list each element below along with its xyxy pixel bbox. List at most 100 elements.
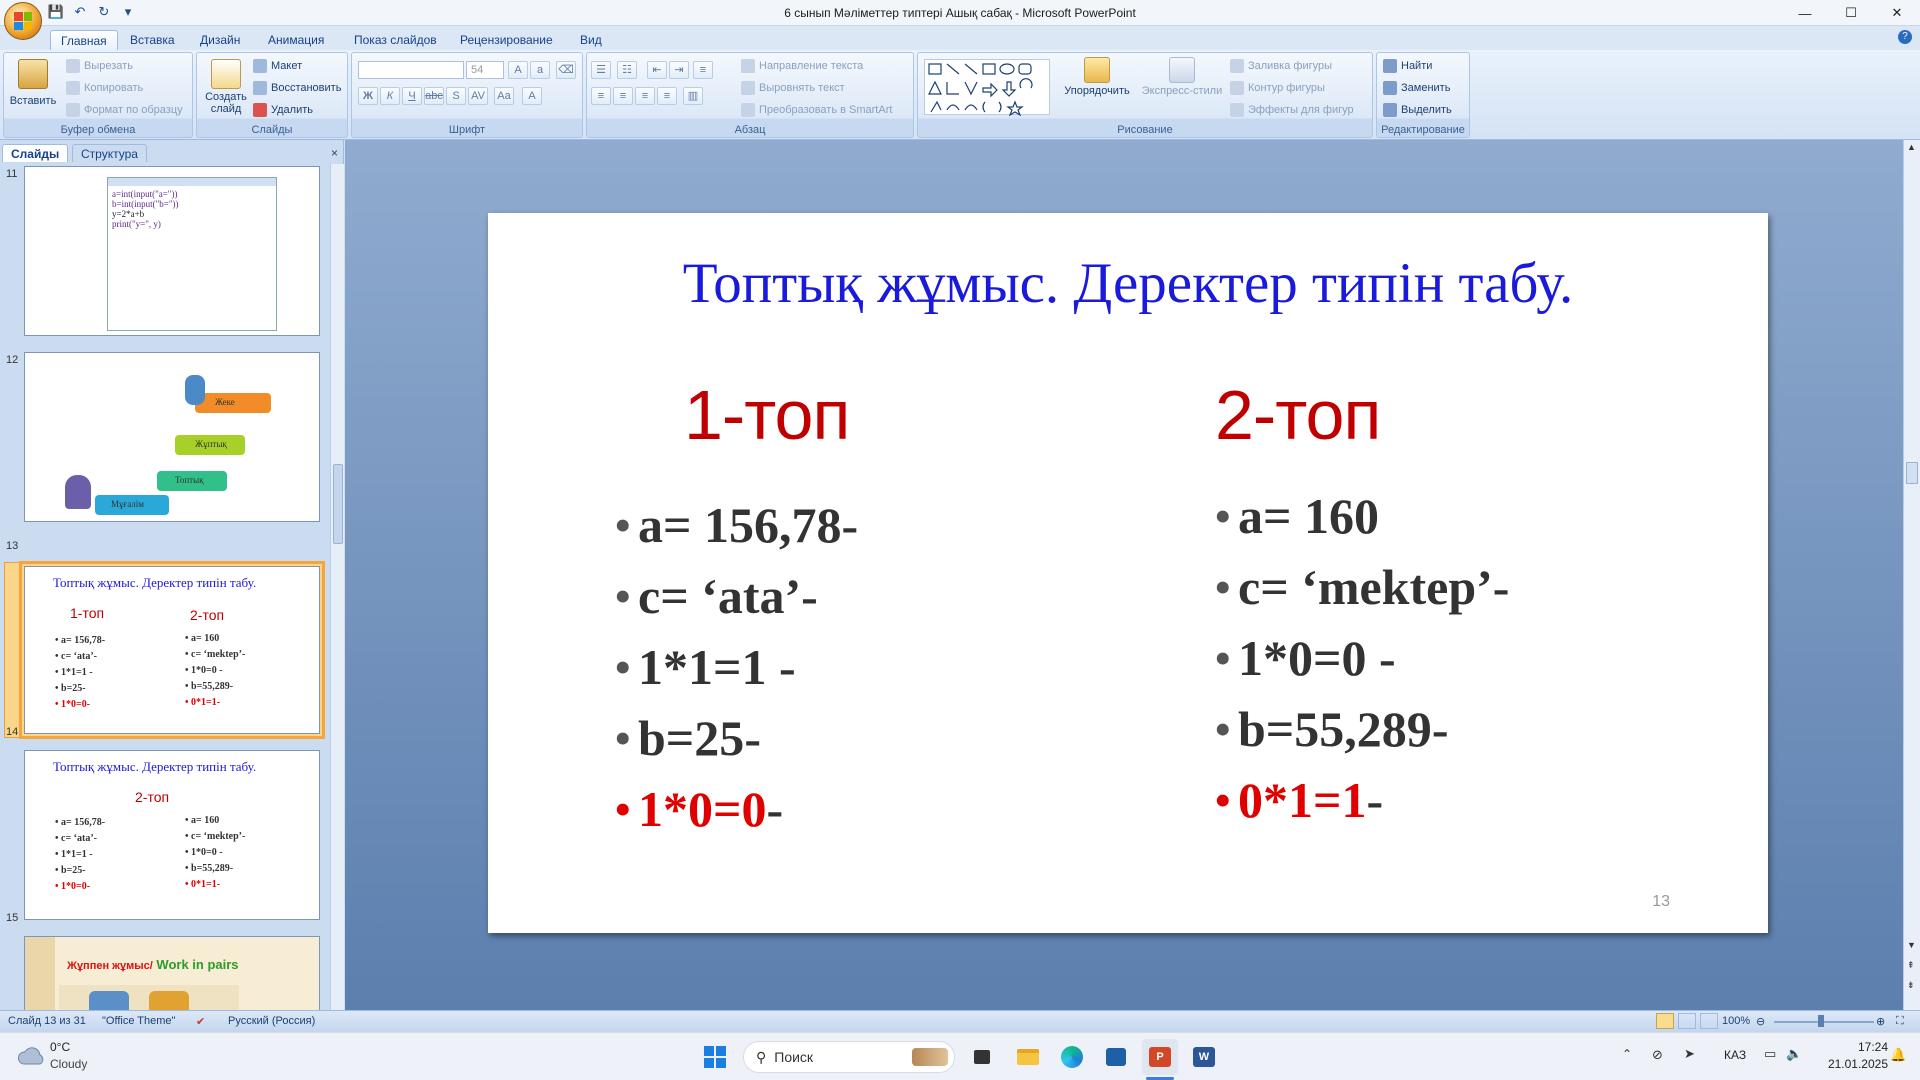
help-icon[interactable]: ?: [1898, 30, 1912, 44]
tab-outline[interactable]: Структура: [72, 144, 147, 162]
word-icon[interactable]: W: [1190, 1043, 1218, 1071]
prev-slide-icon[interactable]: ⇞: [1907, 960, 1915, 971]
language-indicator[interactable]: Русский (Россия): [228, 1015, 315, 1027]
slideshow-view-icon[interactable]: [1700, 1013, 1718, 1029]
group2-heading[interactable]: 2-топ: [1215, 375, 1381, 455]
strikethrough-icon[interactable]: abc: [424, 87, 444, 105]
location-icon[interactable]: ➤: [1684, 1046, 1695, 1062]
weather-cloud-icon[interactable]: [16, 1043, 46, 1069]
scroll-thumb[interactable]: [333, 464, 343, 544]
powerpoint-taskbar-icon[interactable]: P: [1142, 1039, 1178, 1075]
increase-indent-icon[interactable]: ⇥: [669, 61, 689, 79]
network-off-icon[interactable]: ⊘: [1652, 1047, 1663, 1063]
scroll-down-icon[interactable]: ▼: [1907, 940, 1916, 950]
tab-insert[interactable]: Вставка: [120, 30, 185, 50]
tab-review[interactable]: Рецензирование: [450, 30, 563, 50]
redo-icon[interactable]: ↻: [94, 3, 114, 21]
slide-thumb-13[interactable]: Топтық жұмыс. Деректер типін табу. 1-топ…: [19, 561, 325, 739]
replace-button[interactable]: Заменить: [1383, 81, 1450, 95]
text-direction-button[interactable]: Направление текста: [741, 59, 863, 73]
decrease-indent-icon[interactable]: ⇤: [647, 61, 667, 79]
grow-font-icon[interactable]: A: [508, 61, 528, 79]
delete-slide-button[interactable]: Удалить: [253, 103, 313, 117]
store-icon[interactable]: [1102, 1043, 1130, 1071]
reset-button[interactable]: Восстановить: [253, 81, 341, 95]
slide-thumb-12[interactable]: Жеке Жұптық Топтық Мұғалім: [24, 352, 320, 522]
find-button[interactable]: Найти: [1383, 59, 1432, 73]
shapes-gallery[interactable]: [924, 59, 1050, 117]
numbering-icon[interactable]: ☷: [617, 61, 637, 79]
theme-name[interactable]: "Office Theme": [102, 1015, 175, 1027]
canvas-scrollbar[interactable]: ▲ ▼ ⇞ ⇟: [1903, 140, 1920, 1010]
input-language[interactable]: КАЗ: [1724, 1048, 1746, 1062]
volume-icon[interactable]: 🔈: [1786, 1046, 1802, 1062]
group1-list[interactable]: a= 156,78- c= ‘ata’- 1*1=1 - b=25- 1*0=0…: [614, 496, 858, 851]
align-center-icon[interactable]: ≡: [613, 87, 633, 105]
tab-slides[interactable]: Слайды: [2, 144, 69, 162]
shadow-icon[interactable]: S: [446, 87, 466, 105]
zoom-in-icon[interactable]: ⊕: [1876, 1015, 1885, 1028]
align-text-button[interactable]: Выровнять текст: [741, 81, 845, 95]
bullets-icon[interactable]: ☰: [591, 61, 611, 79]
change-case-icon[interactable]: Aa: [494, 87, 514, 105]
undo-icon[interactable]: ↶: [70, 3, 90, 21]
shape-fill-button[interactable]: Заливка фигуры: [1230, 59, 1332, 73]
underline-icon[interactable]: Ч: [402, 87, 422, 105]
zoom-level[interactable]: 100%: [1722, 1015, 1750, 1027]
clock-date[interactable]: 21.01.2025: [1818, 1057, 1888, 1071]
cut-button[interactable]: Вырезать: [66, 59, 133, 73]
line-spacing-icon[interactable]: ≡: [693, 61, 713, 79]
select-button[interactable]: Выделить: [1383, 103, 1452, 117]
start-icon[interactable]: [703, 1045, 727, 1069]
bold-icon[interactable]: Ж: [358, 87, 378, 105]
align-left-icon[interactable]: ≡: [591, 87, 611, 105]
clock-time[interactable]: 17:24: [1818, 1040, 1888, 1054]
scroll-thumb[interactable]: [1906, 462, 1918, 484]
customize-icon[interactable]: ▾: [118, 3, 138, 21]
slide-thumb-11[interactable]: a=int(input("a=")) b=int(input("b=")) y=…: [24, 166, 320, 336]
save-icon[interactable]: 💾: [46, 3, 66, 21]
shape-effects-button[interactable]: Эффекты для фигур: [1230, 103, 1354, 117]
italic-icon[interactable]: К: [380, 87, 400, 105]
group2-list[interactable]: a= 160 c= ‘mektep’- 1*0=0 - b=55,289- 0*…: [1214, 487, 1509, 842]
font-color-icon[interactable]: A: [522, 87, 542, 105]
shrink-font-icon[interactable]: a: [530, 61, 550, 79]
group1-heading[interactable]: 1-топ: [684, 375, 850, 455]
sorter-view-icon[interactable]: [1678, 1013, 1696, 1029]
fit-slide-icon[interactable]: ⛶: [1896, 1015, 1904, 1028]
scroll-up-icon[interactable]: ▲: [1907, 142, 1916, 152]
slide[interactable]: Топтық жұмыс. Деректер типін табу. 1-топ…: [488, 213, 1768, 933]
slide-thumb-14[interactable]: Топтық жұмыс. Деректер типін табу. 2-топ…: [24, 750, 320, 920]
slide-thumb-15[interactable]: Жұппен жұмыс/ Work in pairs: [24, 936, 320, 1010]
layout-button[interactable]: Макет: [253, 59, 302, 73]
copy-button[interactable]: Копировать: [66, 81, 143, 95]
columns-icon[interactable]: ▥: [683, 87, 703, 105]
pane-scrollbar[interactable]: [330, 164, 344, 1010]
minimize-button[interactable]: —: [1782, 0, 1828, 26]
notification-bell-icon[interactable]: 🔔: [1890, 1047, 1906, 1063]
tab-home[interactable]: Главная: [50, 30, 118, 50]
display-icon[interactable]: ▭: [1764, 1046, 1776, 1062]
clear-format-icon[interactable]: ⌫: [556, 61, 576, 79]
tray-chevron-icon[interactable]: ⌃: [1622, 1047, 1632, 1061]
font-size-field[interactable]: 54: [466, 61, 504, 79]
quick-styles-button[interactable]: Экспресс-стили: [1140, 53, 1224, 97]
office-button[interactable]: [4, 2, 42, 40]
shape-outline-button[interactable]: Контур фигуры: [1230, 81, 1325, 95]
paste-button[interactable]: Вставить: [10, 59, 56, 107]
normal-view-icon[interactable]: [1656, 1013, 1674, 1029]
zoom-slider[interactable]: [1774, 1021, 1874, 1023]
format-painter-button[interactable]: Формат по образцу: [66, 103, 183, 117]
zoom-out-icon[interactable]: ⊖: [1756, 1015, 1765, 1028]
new-slide-button[interactable]: Создать слайд: [203, 59, 249, 115]
task-view-icon[interactable]: [970, 1045, 994, 1069]
align-right-icon[interactable]: ≡: [635, 87, 655, 105]
next-slide-icon[interactable]: ⇟: [1907, 980, 1915, 991]
spacing-icon[interactable]: AV: [468, 87, 488, 105]
font-name-field[interactable]: [358, 61, 464, 79]
close-pane-icon[interactable]: ×: [331, 146, 338, 160]
maximize-button[interactable]: ☐: [1828, 0, 1874, 26]
file-explorer-icon[interactable]: [1014, 1043, 1042, 1071]
spellcheck-icon[interactable]: ✔: [196, 1015, 205, 1028]
tab-animation[interactable]: Анимация: [258, 30, 334, 50]
